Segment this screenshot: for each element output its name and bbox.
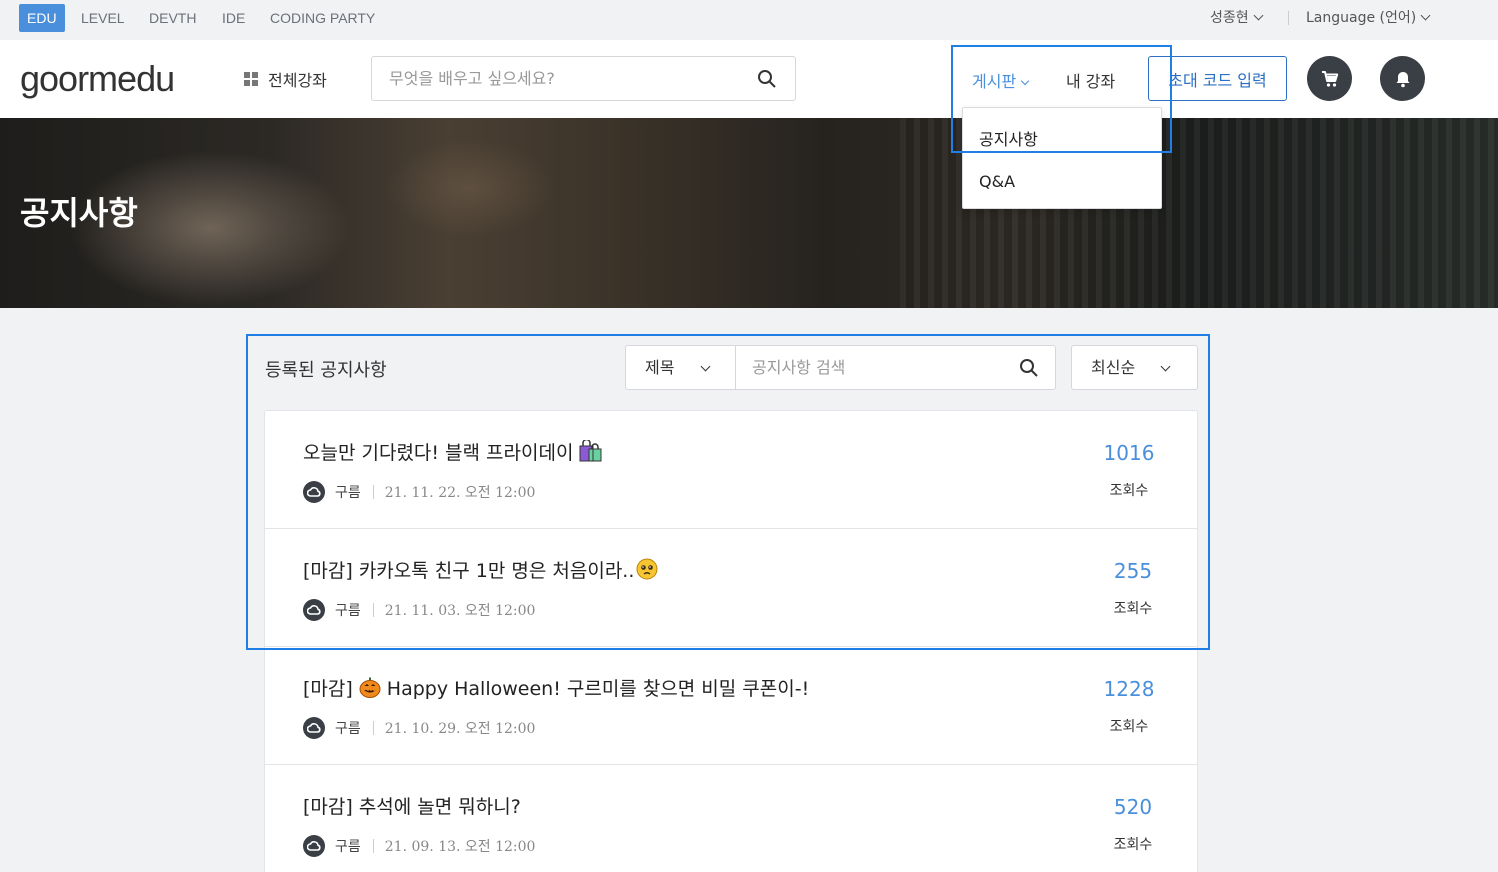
chevron-down-icon [1160, 361, 1171, 372]
notice-title[interactable]: [마감] 추석에 놀면 뭐하니? [303, 792, 521, 819]
notice-author: 구름 [335, 721, 361, 737]
notice-title[interactable]: [마감] 카카오톡 친구 1만 명은 처음이라.. [303, 556, 658, 585]
grid-icon [244, 72, 258, 86]
view-count: 255 [1113, 559, 1153, 583]
main-header: goormedu 전체강좌 게시판 내 강좌 초대 코드 입력 [0, 40, 1498, 118]
notice-row[interactable]: [마감] 추석에 놀면 뭐하니? 구름 21. 09. 13. 오전 12:00… [265, 765, 1197, 872]
notice-date: 21. 10. 29. 오전 12:00 [384, 721, 536, 737]
bell-icon [1396, 71, 1409, 87]
tab-coding-party[interactable]: CODING PARTY [270, 4, 375, 32]
notice-meta: 구름 21. 09. 13. 오전 12:00 [303, 835, 535, 857]
notice-title[interactable]: [마감] Happy Halloween! 구르미를 찾으면 비밀 쿠폰이-! [303, 674, 809, 703]
divider [372, 485, 374, 499]
chevron-down-icon [1020, 76, 1030, 86]
chevron-down-icon [700, 361, 711, 372]
dropdown-item-notices[interactable]: 공지사항 [979, 126, 1038, 150]
notice-search [735, 345, 1056, 390]
page-title: 공지사항 [20, 194, 138, 232]
cloud-icon [303, 717, 325, 739]
notice-row[interactable]: [마감] Happy Halloween! 구르미를 찾으면 비밀 쿠폰이-! … [265, 647, 1197, 765]
top-utility-bar: EDU LEVEL DEVTH IDE CODING PARTY 성종현 Lan… [0, 0, 1498, 40]
divider [1288, 11, 1289, 25]
all-courses-button[interactable]: 전체강좌 [244, 67, 327, 91]
view-count: 1228 [1103, 677, 1155, 701]
tab-devth[interactable]: DEVTH [149, 4, 196, 32]
board-label: 게시판 [972, 72, 1017, 91]
search-icon[interactable] [757, 69, 777, 93]
search-field-select[interactable]: 제목 [625, 345, 736, 390]
hero-banner: 공지사항 [0, 118, 1498, 308]
view-count-label: 조회수 [1109, 483, 1149, 499]
notice-date: 21. 11. 22. 오전 12:00 [384, 485, 536, 501]
sort-select[interactable]: 최신순 [1071, 345, 1198, 390]
pleading-face-icon [636, 558, 658, 585]
cloud-icon [303, 599, 325, 621]
language-selector[interactable]: Language (언어) [1306, 4, 1431, 32]
notice-row[interactable]: 오늘만 기다렸다! 블랙 프라이데이 구름 21. 11. 22. 오전 12:… [265, 411, 1197, 529]
view-count: 1016 [1103, 441, 1155, 465]
jack-o-lantern-icon [359, 676, 381, 703]
notice-title[interactable]: 오늘만 기다렸다! 블랙 프라이데이 [303, 438, 603, 467]
tab-edu[interactable]: EDU [19, 4, 65, 32]
tab-ide[interactable]: IDE [222, 4, 245, 32]
course-search [371, 56, 796, 101]
notice-author: 구름 [335, 603, 361, 619]
view-count-label: 조회수 [1113, 601, 1153, 617]
chevron-down-icon [1420, 10, 1431, 21]
chevron-down-icon [1253, 10, 1264, 21]
user-name: 성종현 [1210, 10, 1249, 26]
user-menu[interactable]: 성종현 [1210, 4, 1264, 32]
notice-row[interactable]: [마감] 카카오톡 친구 1만 명은 처음이라.. 구름 21. 11. 03.… [265, 529, 1197, 647]
notifications-button[interactable] [1380, 56, 1425, 101]
notice-list: 오늘만 기다렸다! 블랙 프라이데이 구름 21. 11. 22. 오전 12:… [264, 410, 1198, 872]
notice-meta: 구름 21. 11. 22. 오전 12:00 [303, 481, 535, 503]
my-courses-link[interactable]: 내 강좌 [1066, 68, 1115, 92]
tab-level[interactable]: LEVEL [81, 4, 125, 32]
invite-code-button[interactable]: 초대 코드 입력 [1148, 56, 1287, 101]
sort-label: 최신순 [1091, 358, 1136, 377]
notice-author: 구름 [335, 485, 361, 501]
notice-search-input[interactable] [736, 346, 1006, 389]
cloud-icon [303, 835, 325, 857]
cloud-icon [303, 481, 325, 503]
cart-button[interactable] [1307, 56, 1352, 101]
view-count-label: 조회수 [1109, 719, 1149, 735]
notice-meta: 구름 21. 10. 29. 오전 12:00 [303, 717, 535, 739]
notices-heading: 등록된 공지사항 [265, 360, 387, 381]
notice-meta: 구름 21. 11. 03. 오전 12:00 [303, 599, 535, 621]
notice-date: 21. 09. 13. 오전 12:00 [384, 839, 536, 855]
cart-icon [1321, 70, 1338, 87]
search-input[interactable] [372, 57, 732, 100]
search-icon[interactable] [1019, 358, 1039, 382]
all-courses-label: 전체강좌 [268, 71, 327, 90]
notice-date: 21. 11. 03. 오전 12:00 [384, 603, 536, 619]
shopping-bags-icon [579, 438, 603, 467]
divider [372, 603, 374, 617]
board-dropdown: 공지사항 Q&A [962, 107, 1162, 209]
logo[interactable]: goormedu [20, 58, 175, 100]
view-count: 520 [1113, 795, 1153, 819]
board-menu[interactable]: 게시판 [972, 68, 1030, 92]
dropdown-item-qna[interactable]: Q&A [979, 172, 1015, 191]
notice-author: 구름 [335, 839, 361, 855]
view-count-label: 조회수 [1113, 837, 1153, 853]
filter-label: 제목 [645, 358, 675, 377]
divider [372, 721, 374, 735]
divider [372, 839, 374, 853]
language-label: Language (언어) [1306, 10, 1417, 26]
